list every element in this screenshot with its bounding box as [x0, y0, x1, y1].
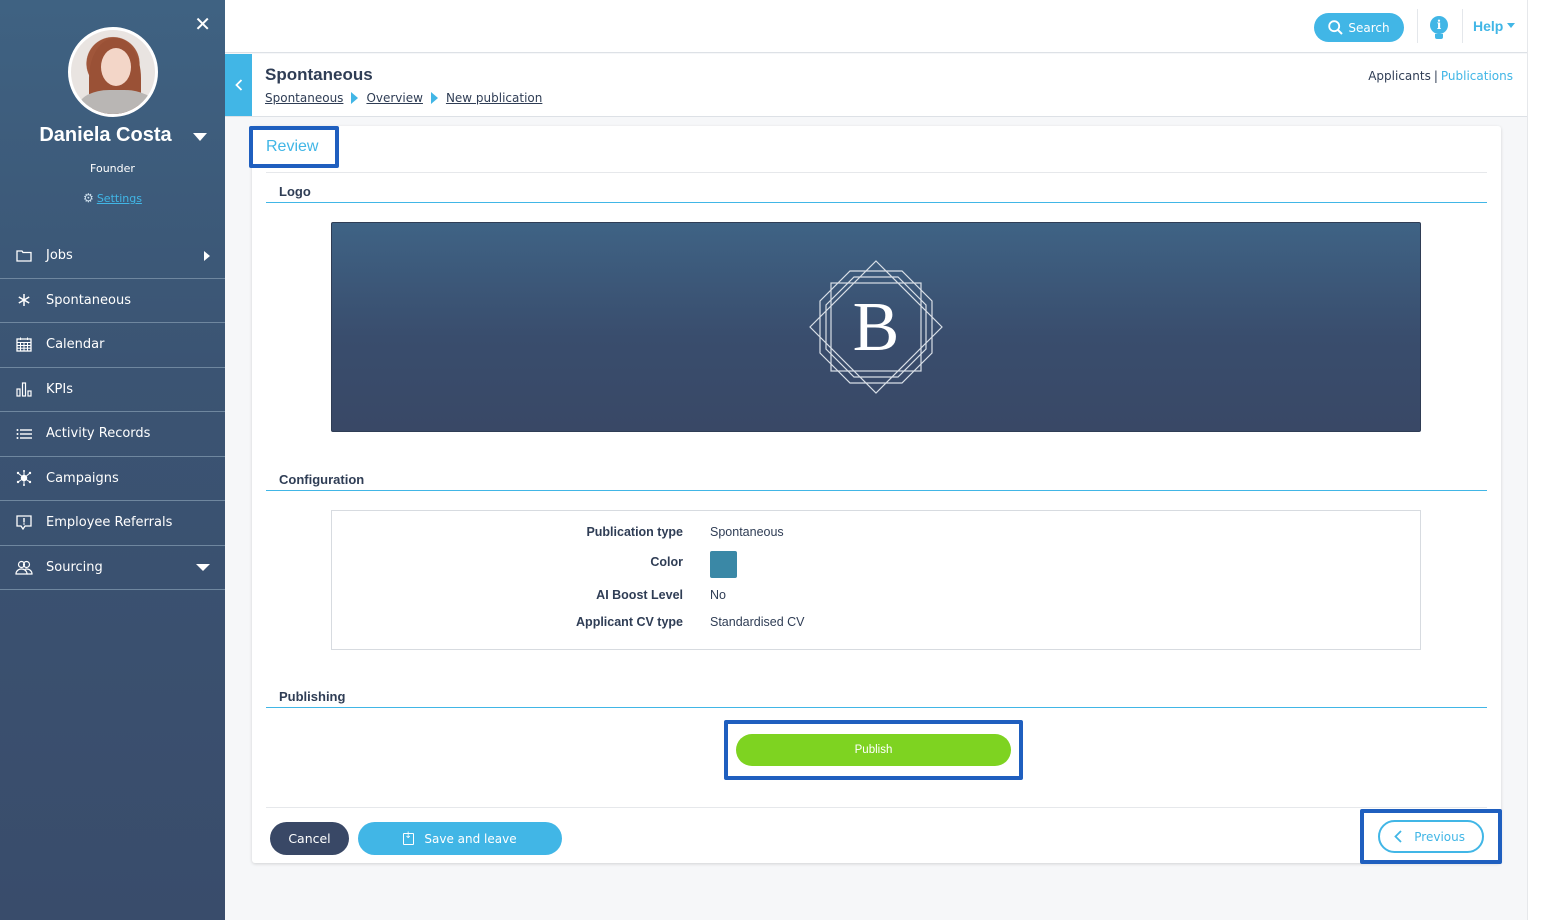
- sidebar-item-label: Activity Records: [46, 426, 151, 442]
- sidebar-item-spontaneous[interactable]: Spontaneous: [0, 279, 225, 323]
- sidebar-item-label: Campaigns: [46, 470, 119, 486]
- user-name[interactable]: Daniela Costa: [0, 124, 225, 147]
- review-title: Review: [266, 138, 319, 155]
- sidebar-item-label: Calendar: [46, 337, 105, 353]
- sidebar-item-jobs[interactable]: Jobs: [0, 234, 225, 279]
- sidebar-item-label: Jobs: [46, 248, 73, 264]
- speech-alert-icon: [15, 515, 33, 531]
- help-label: Help: [1473, 18, 1504, 34]
- configuration-panel: Publication type Spontaneous Color AI Bo…: [331, 510, 1421, 650]
- breadcrumb-spontaneous[interactable]: Spontaneous: [265, 91, 343, 105]
- sidebar-item-label: KPIs: [46, 381, 73, 397]
- config-label: Applicant CV type: [576, 615, 683, 629]
- network-icon: [15, 470, 33, 487]
- config-row-applicant-cv-type: Applicant CV type Standardised CV: [332, 615, 1420, 629]
- breadcrumb-overview[interactable]: Overview: [366, 91, 423, 105]
- sidebar-item-activity-records[interactable]: Activity Records: [0, 412, 225, 457]
- config-row-ai-boost-level: AI Boost Level No: [332, 588, 1420, 602]
- list-icon: [15, 428, 33, 440]
- separator: |: [1433, 69, 1438, 83]
- cancel-button[interactable]: Cancel: [270, 822, 349, 855]
- settings-link-container: ⚙ Settings: [0, 191, 225, 205]
- brand-logo-icon: B: [809, 260, 943, 394]
- sidebar-item-campaigns[interactable]: Campaigns: [0, 457, 225, 501]
- sidebar-item-sourcing[interactable]: Sourcing: [0, 546, 225, 590]
- close-icon[interactable]: ✕: [194, 14, 211, 34]
- save-and-leave-button[interactable]: Save and leave: [358, 822, 562, 855]
- avatar[interactable]: [68, 27, 158, 117]
- sidebar-item-label: Employee Referrals: [46, 515, 173, 531]
- divider: [1462, 9, 1463, 43]
- sidebar-item-employee-referrals[interactable]: Employee Referrals: [0, 501, 225, 546]
- calendar-icon: [15, 337, 33, 352]
- chevron-left-icon: [1394, 830, 1402, 843]
- color-swatch: [710, 551, 737, 578]
- search-button[interactable]: Search: [1314, 13, 1404, 42]
- review-card: Review Logo B Configuration Publication …: [249, 126, 1502, 864]
- sidebar: ✕ Daniela Costa Founder ⚙ Settings Jobs S…: [0, 0, 225, 920]
- sidebar-nav: Jobs Spontaneous Calendar KPIs Activity …: [0, 234, 225, 590]
- search-icon: [1328, 20, 1344, 35]
- settings-link[interactable]: Settings: [97, 192, 142, 205]
- top-bar: Search i Help: [225, 0, 1527, 53]
- user-menu-caret-icon[interactable]: [193, 133, 207, 141]
- config-label: AI Boost Level: [596, 588, 683, 602]
- breadcrumb: Spontaneous Overview New publication: [265, 91, 542, 105]
- divider: [266, 807, 1487, 808]
- breadcrumb-new-publication[interactable]: New publication: [446, 91, 542, 105]
- folder-icon: [15, 249, 33, 262]
- previous-highlight: Previous: [1360, 809, 1502, 864]
- view-switcher: Applicants | Publications: [1368, 69, 1513, 83]
- chevron-left-icon: [234, 79, 242, 91]
- chevron-down-icon: [196, 563, 210, 571]
- previous-label: Previous: [1414, 829, 1465, 844]
- sidebar-item-label: Sourcing: [46, 559, 103, 575]
- config-row-publication-type: Publication type Spontaneous: [332, 525, 1420, 539]
- config-value: Spontaneous: [710, 525, 784, 539]
- publications-link[interactable]: Publications: [1441, 69, 1513, 83]
- collapse-panel-button[interactable]: [225, 54, 252, 116]
- caret-down-icon: [1507, 23, 1516, 28]
- user-role: Founder: [90, 162, 135, 175]
- config-row-color: Color: [332, 551, 1420, 578]
- logo-section-heading: Logo: [266, 173, 1487, 203]
- applicants-link[interactable]: Applicants: [1368, 69, 1431, 83]
- asterisk-icon: [15, 293, 33, 307]
- save-and-leave-label: Save and leave: [424, 831, 517, 846]
- publishing-section-heading: Publishing: [266, 678, 1487, 708]
- gear-icon: ⚙: [83, 191, 94, 205]
- lightbulb-info-icon[interactable]: i: [1430, 16, 1448, 39]
- config-label: Publication type: [586, 525, 683, 539]
- users-icon: [15, 560, 33, 575]
- sidebar-item-label: Spontaneous: [46, 292, 131, 308]
- publish-button[interactable]: Publish: [736, 734, 1011, 766]
- breadcrumb-separator-icon: [430, 92, 438, 104]
- help-menu[interactable]: Help: [1473, 18, 1516, 34]
- review-step-highlight: Review: [249, 126, 339, 168]
- bar-chart-icon: [15, 382, 33, 397]
- publish-highlight: Publish: [724, 720, 1023, 780]
- page-title: Spontaneous: [265, 65, 373, 84]
- scrollbar[interactable]: [1527, 0, 1541, 920]
- save-icon: [403, 831, 415, 845]
- config-value: No: [710, 588, 726, 602]
- chevron-right-icon: [204, 250, 210, 261]
- logo-banner-image: B: [331, 222, 1421, 432]
- page-header: Spontaneous Spontaneous Overview New pub…: [225, 54, 1527, 117]
- previous-button[interactable]: Previous: [1378, 820, 1484, 853]
- config-label: Color: [650, 554, 683, 569]
- config-value: Standardised CV: [710, 615, 805, 629]
- divider: [1417, 9, 1418, 43]
- sidebar-item-kpis[interactable]: KPIs: [0, 368, 225, 412]
- search-button-label: Search: [1348, 20, 1390, 35]
- logo-letter: B: [853, 289, 900, 366]
- configuration-section-heading: Configuration: [266, 461, 1487, 491]
- sidebar-item-calendar[interactable]: Calendar: [0, 323, 225, 368]
- breadcrumb-separator-icon: [351, 92, 359, 104]
